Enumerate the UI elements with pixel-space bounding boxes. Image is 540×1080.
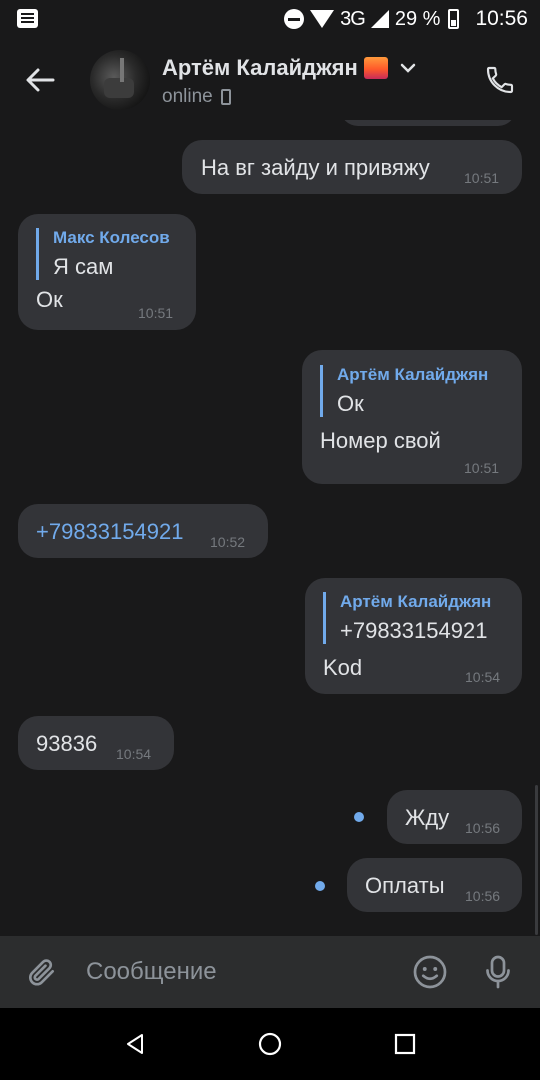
message-time: 10:54	[465, 669, 501, 685]
message-input[interactable]	[86, 952, 386, 992]
message-bubble[interactable]: +79833154921 10:52	[18, 504, 268, 558]
message-text: 93836	[36, 731, 98, 756]
voice-message-button[interactable]	[476, 950, 520, 994]
message-bubble[interactable]: На вг зайду и привяжу 10:51	[182, 140, 522, 194]
reply-quote[interactable]: Макс Колесов Я сам	[36, 228, 170, 280]
message-time: 10:52	[210, 534, 246, 550]
message-bubble[interactable]: Артём Калайджян Ок Номер свой 10:51	[302, 350, 522, 484]
message-time: 10:56	[465, 888, 501, 904]
mobile-device-icon	[220, 89, 231, 105]
message-time: 10:51	[138, 305, 174, 321]
call-button[interactable]	[478, 58, 522, 102]
message-list[interactable]: На вг зайду и привяжу 10:51 Макс Колесов…	[0, 120, 540, 936]
contact-name-row[interactable]: Артём Калайджян	[162, 55, 416, 81]
phone-number-link[interactable]: +79833154921	[36, 519, 183, 545]
unread-indicator	[315, 881, 325, 891]
message-bubble[interactable]: Макс Колесов Я сам Ок 10:51	[18, 214, 196, 330]
unread-indicator	[354, 812, 364, 822]
back-arrow-icon	[26, 68, 55, 92]
sunset-emoji-icon	[363, 57, 388, 79]
battery-icon	[448, 9, 460, 29]
nav-home-icon	[258, 1032, 282, 1056]
message-bubble[interactable]: 93836 10:54	[18, 716, 174, 770]
message-text: Жду	[405, 805, 450, 830]
message-time: 10:56	[465, 820, 501, 836]
phone-icon	[486, 66, 514, 94]
message-composer	[0, 936, 540, 1008]
quote-author: Макс Колесов	[53, 228, 170, 247]
message-time: 10:54	[116, 746, 152, 762]
message-bubble[interactable]: Жду 10:56	[387, 790, 522, 844]
quote-text: +79833154921	[340, 618, 488, 643]
do-not-disturb-icon	[284, 9, 305, 29]
clock: 10:56	[475, 7, 528, 30]
system-nav-bar	[0, 1008, 540, 1080]
chat-header: Артём Калайджян online	[0, 38, 540, 120]
message-time: 10:51	[464, 170, 500, 186]
wifi-icon	[310, 10, 335, 28]
contact-name: Артём Калайджян	[162, 55, 358, 80]
emoji-button[interactable]	[408, 950, 452, 994]
attach-icon	[29, 959, 54, 986]
message-bubble[interactable]: Оплаты 10:56	[347, 858, 522, 912]
message-time: 10:51	[464, 460, 500, 476]
network-type: 3G	[340, 7, 366, 30]
message-text: Номер свой	[320, 428, 441, 453]
quote-text: Я сам	[53, 254, 114, 279]
nav-home-button[interactable]	[248, 1022, 292, 1066]
attach-button[interactable]	[20, 950, 64, 994]
message-bubble[interactable]: Артём Калайджян +79833154921 Kod 10:54	[305, 578, 522, 694]
reply-quote[interactable]: Артём Калайджян +79833154921	[323, 592, 491, 644]
microphone-icon	[486, 955, 510, 989]
back-button[interactable]	[18, 58, 62, 102]
reply-quote[interactable]: Артём Калайджян Ок	[320, 365, 488, 417]
signal-icon	[370, 10, 389, 28]
status-bar: 3G 29 % 10:56	[0, 0, 540, 38]
scrollbar[interactable]	[535, 785, 538, 935]
contact-status: online	[162, 86, 231, 108]
message-text: Оплаты	[365, 873, 445, 898]
quote-text: Ок	[337, 391, 364, 416]
quote-author: Артём Калайджян	[337, 365, 489, 384]
chevron-down-icon	[400, 63, 416, 73]
message-text: Kod	[323, 655, 363, 680]
nav-back-button[interactable]	[113, 1022, 157, 1066]
emoji-icon	[413, 955, 447, 989]
notification-icon	[17, 9, 38, 28]
battery-percent: 29 %	[394, 7, 441, 30]
message-text: На вг зайду и привяжу	[201, 155, 430, 180]
nav-recents-icon	[394, 1033, 416, 1055]
message-text: Ок	[36, 287, 63, 312]
status-icons: 3G 29 % 10:56	[284, 6, 528, 32]
online-label: online	[162, 86, 213, 107]
message-bubble-partial	[340, 120, 516, 126]
nav-recents-button[interactable]	[383, 1022, 427, 1066]
quote-author: Артём Калайджян	[340, 592, 492, 611]
avatar[interactable]	[90, 50, 150, 110]
nav-back-icon	[127, 1034, 143, 1054]
